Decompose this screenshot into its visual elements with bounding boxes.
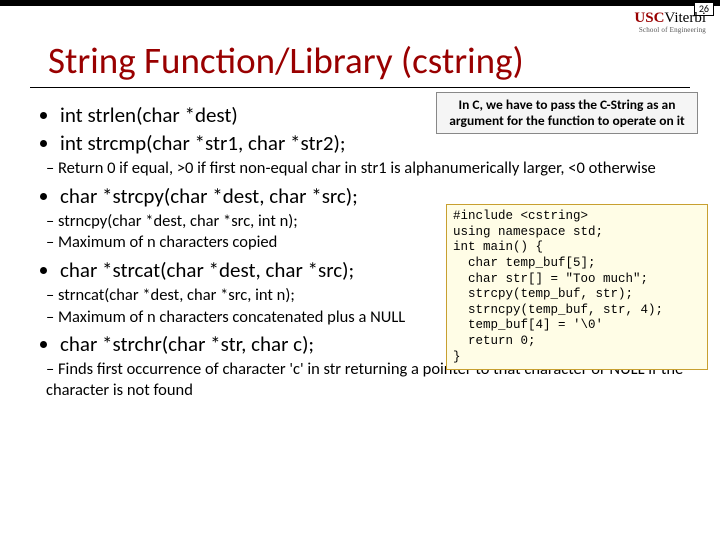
logo-usc: USC [634,10,664,26]
sub-strcmp: Return 0 if equal, >0 if first non-equal… [24,158,696,179]
bullet-strcpy: char *strcpy(char *dest, char *src); [60,183,480,209]
sub-strncpy-max: Maximum of n characters copied [46,232,466,253]
sub-strcmp-return: Return 0 if equal, >0 if first non-equal… [46,158,696,179]
usc-logo: USCViterbi School of Engineering [634,10,706,34]
code-example: #include <cstring> using namespace std; … [446,204,708,370]
sub-strcpy: strncpy(char *dest, char *src, int n); M… [24,211,466,253]
slide-content: In C, we have to pass the C-String as an… [0,88,720,400]
logo-subtitle: School of Engineering [634,27,706,34]
bullet-strcat: char *strcat(char *dest, char *src); [60,257,480,283]
logo-viterbi: Viterbi [664,10,706,26]
sub-strncpy: strncpy(char *dest, char *src, int n); [46,211,466,232]
callout-box: In C, we have to pass the C-String as an… [436,92,698,134]
slide-title: String Function/Library (cstring) [0,6,720,83]
